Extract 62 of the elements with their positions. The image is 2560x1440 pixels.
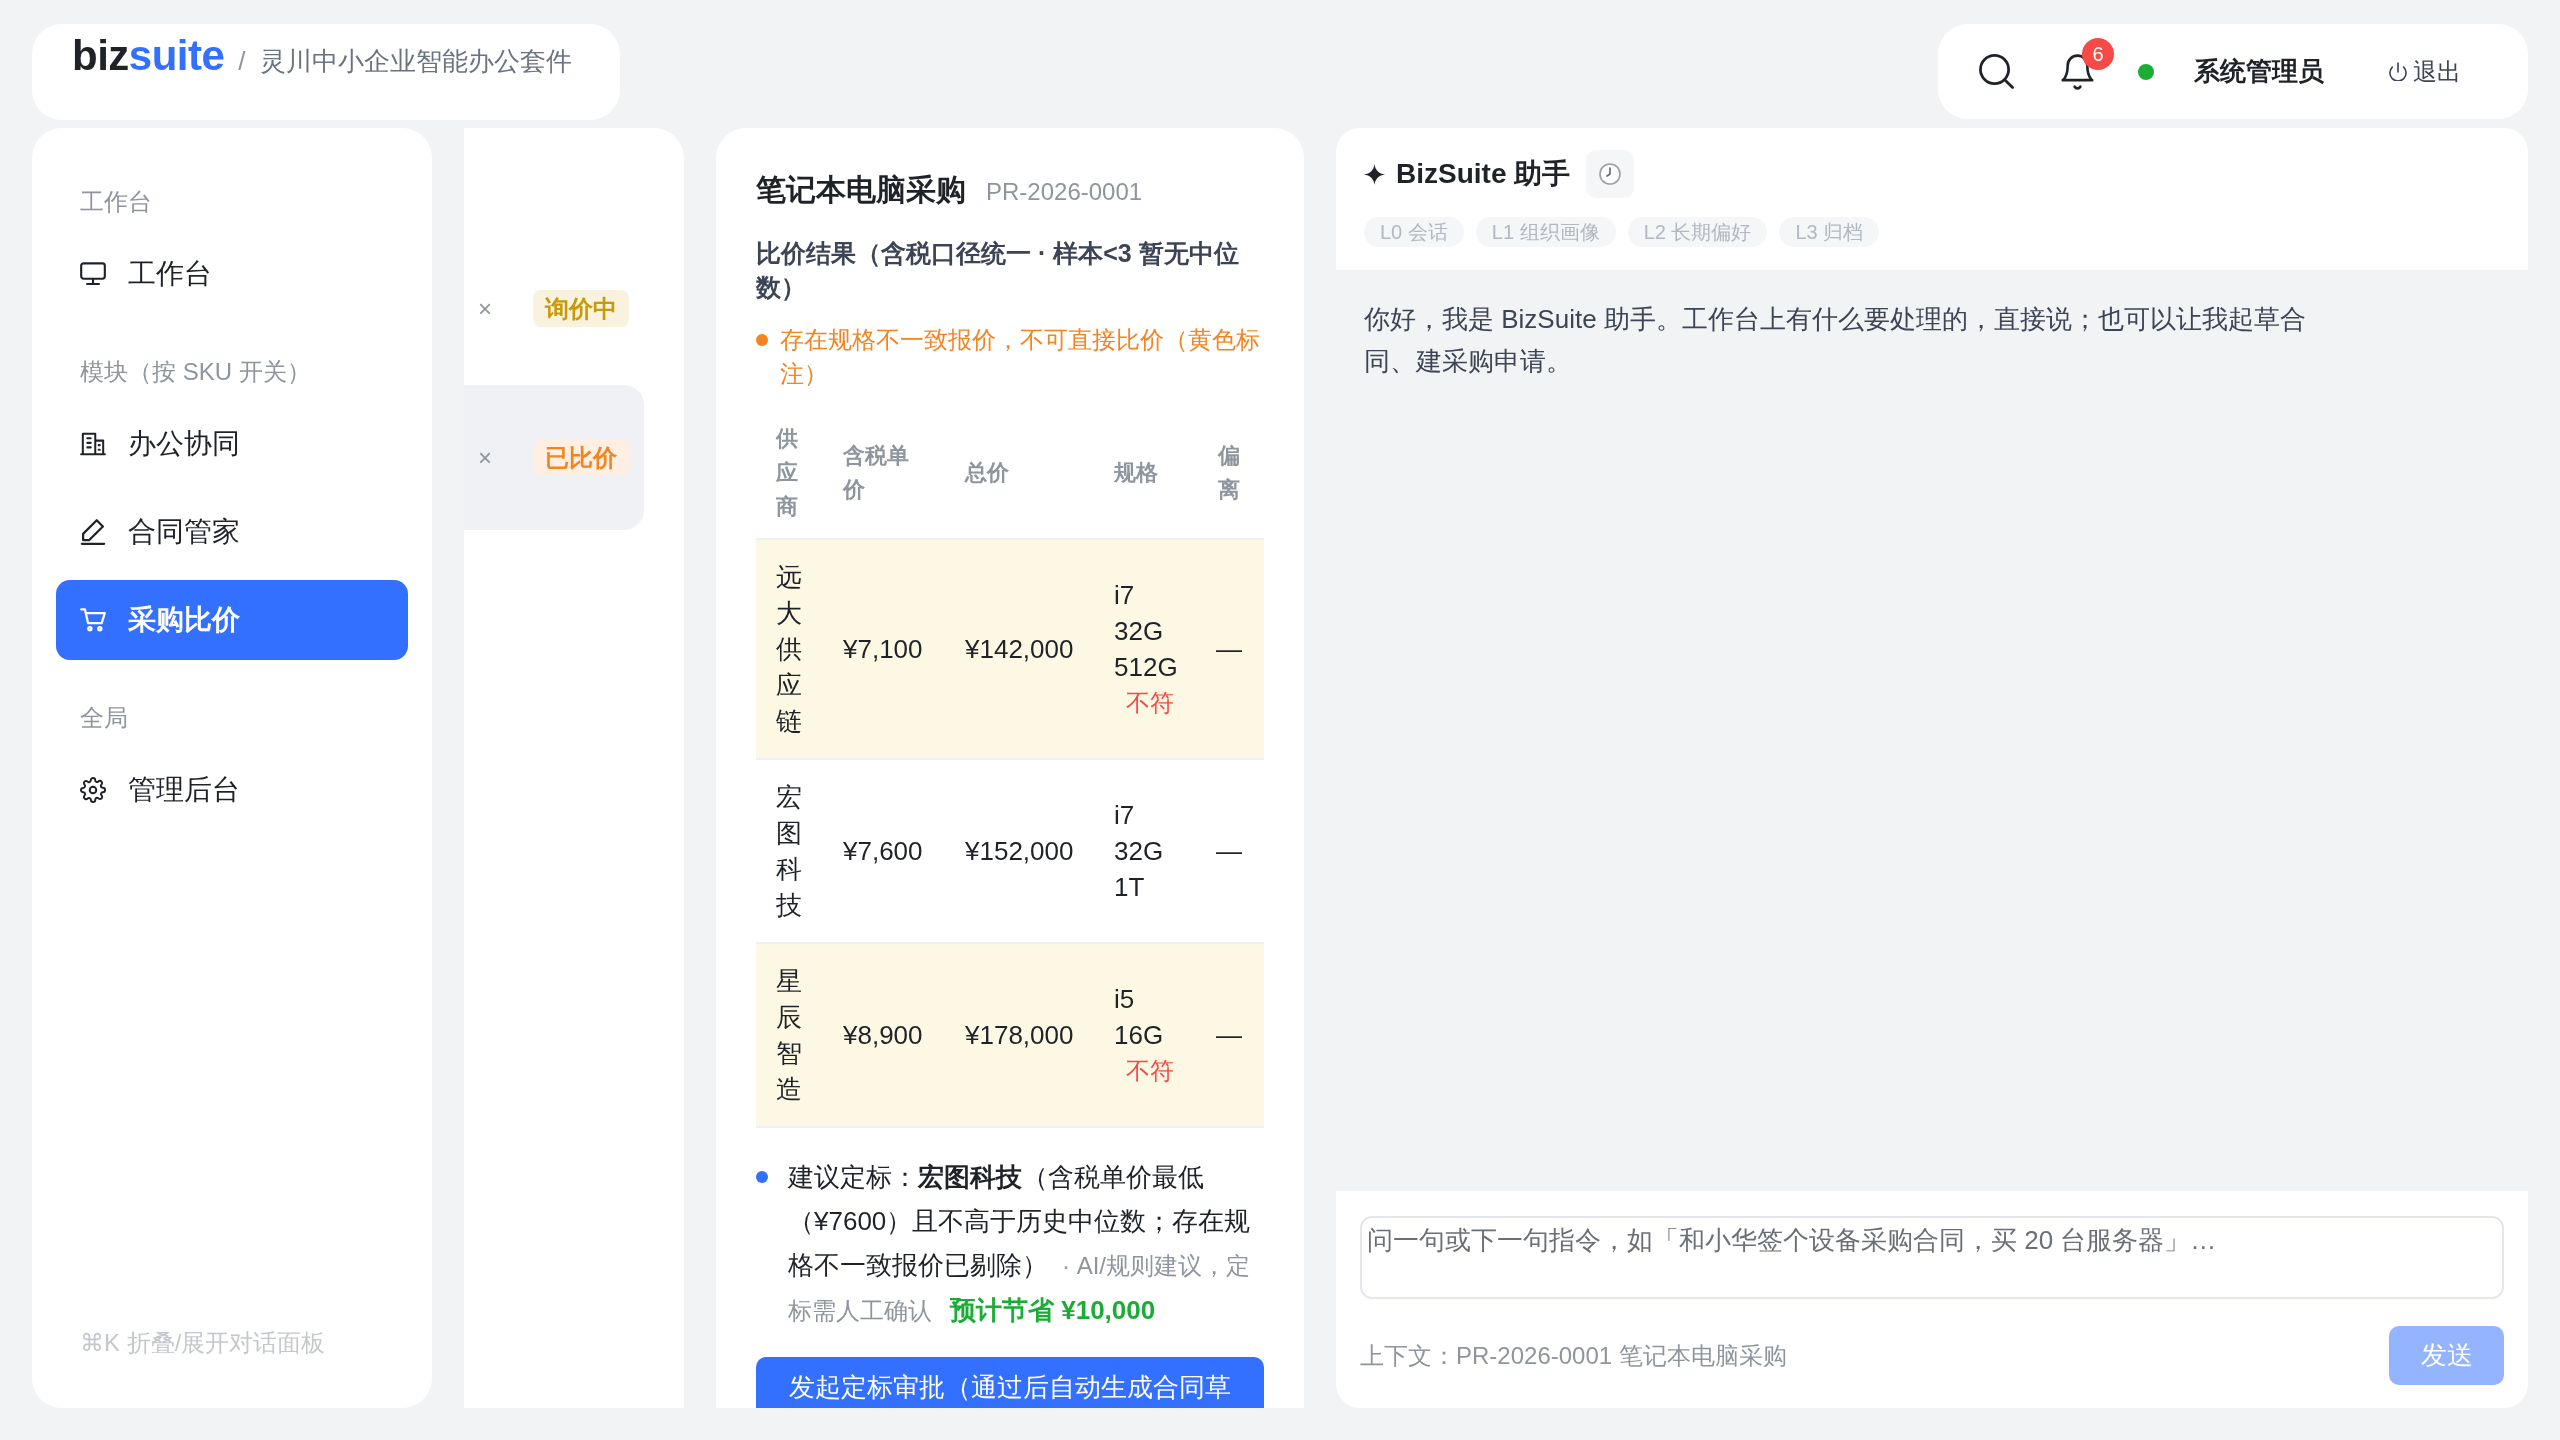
product-name: 灵川中小企业智能办公套件: [259, 45, 572, 78]
approval-button[interactable]: 发起定标审批（通过后自动生成合同草: [756, 1357, 1264, 1408]
table-cell: ¥7,100: [826, 539, 952, 759]
table-cell: 星辰智造: [756, 943, 826, 1127]
clock-icon: [1599, 163, 1622, 185]
notification-button[interactable]: 6: [2061, 35, 2114, 108]
mismatch-label: 不符: [1125, 1056, 1175, 1086]
bell-icon: [2061, 53, 2094, 90]
memory-layer-tag: L3 归档: [1779, 217, 1880, 247]
section-label: 模块（按 SKU 开关）: [79, 357, 312, 387]
search-button[interactable]: [1979, 53, 2015, 90]
monitor-icon: [80, 261, 106, 287]
sparkle-icon: [1364, 163, 1385, 185]
section-label: 全局: [79, 703, 129, 733]
gear-icon: [80, 777, 106, 803]
breadcrumb-separator: /: [238, 45, 246, 78]
delete-control[interactable]: ×: [478, 296, 492, 321]
nav-item[interactable]: 工作台: [56, 234, 408, 314]
request-code: PR-2026-0001: [986, 177, 1143, 207]
recommendation-text: 建议定标：宏图科技（含税单价最低（¥7600）且不高于历史中位数；存在规格不一致报价已剔除） · AI/规则建议，定标需人工确认 预计节省 ¥10,000: [788, 1161, 1252, 1327]
notification-count: 6: [2082, 37, 2114, 70]
mismatch-label: 不符: [1125, 688, 1175, 718]
warning-dot-icon: [756, 334, 768, 346]
section-label: 工作台: [79, 187, 153, 217]
cart-icon: [80, 607, 106, 633]
message-input[interactable]: 问一句或下一句指令，如「和小华签个设备采购合同，买 20 台服务器」…: [1360, 1216, 2504, 1299]
assistant-message: 你好，我是 BizSuite 助手。工作台上有什么要处理的，直接说；也可以让我起草合同、建采购申请。: [1364, 303, 2307, 378]
section-heading: 比价结果（含税口径统一 · 样本<3 暂无中位数）: [756, 238, 1240, 303]
request-item[interactable]: × 已比价: [464, 385, 644, 530]
pencil-icon: [80, 519, 106, 545]
delete-control[interactable]: ×: [478, 445, 492, 470]
table-cell: ¥178,000: [952, 943, 1102, 1127]
request-title: 笔记本电脑采购: [756, 172, 966, 208]
status-tag: 已比价: [533, 439, 629, 476]
power-icon: [2389, 62, 2407, 81]
nav-item[interactable]: 采购比价: [56, 580, 408, 660]
history-button[interactable]: [1586, 150, 1635, 198]
logout-button[interactable]: 退出: [2377, 53, 2473, 90]
logo: bizsuite: [72, 32, 225, 80]
table-cell: —: [1194, 943, 1264, 1127]
spec-text: i5 16G: [1114, 983, 1165, 1052]
search-icon: [1979, 53, 2015, 90]
status-tag: 询价中: [533, 290, 629, 327]
assistant-title: BizSuite 助手: [1396, 157, 1571, 191]
memory-layer-tag: L2 长期偏好: [1627, 217, 1768, 247]
memory-layer-tag: L1 组织画像: [1475, 217, 1616, 247]
table-cell: —: [1194, 539, 1264, 759]
user-name: 系统管理员: [2194, 55, 2324, 88]
table-cell: 远大供应链: [756, 539, 826, 759]
building-icon: [80, 431, 106, 457]
spec-text: i7 32G 512G: [1114, 579, 1179, 684]
warning-text: 存在规格不一致报价，不可直接比价（黄色标注）: [780, 325, 1261, 389]
spec-text: i7 32G 1T: [1114, 799, 1165, 904]
table-cell: ¥8,900: [826, 943, 952, 1127]
nav-item[interactable]: 办公协同: [56, 404, 408, 484]
recommendation-dot-icon: [756, 1171, 768, 1183]
shortcut-hint: ⌘K 折叠/展开对话面板: [79, 1328, 327, 1358]
context-label: 上下文：PR-2026-0001 笔记本电脑采购: [1360, 1340, 1787, 1371]
table-cell: ¥142,000: [952, 539, 1102, 759]
nav-item[interactable]: 合同管家: [56, 492, 408, 572]
nav-item[interactable]: 管理后台: [56, 750, 408, 830]
memory-layer-tag: L0 会话: [1364, 217, 1464, 247]
